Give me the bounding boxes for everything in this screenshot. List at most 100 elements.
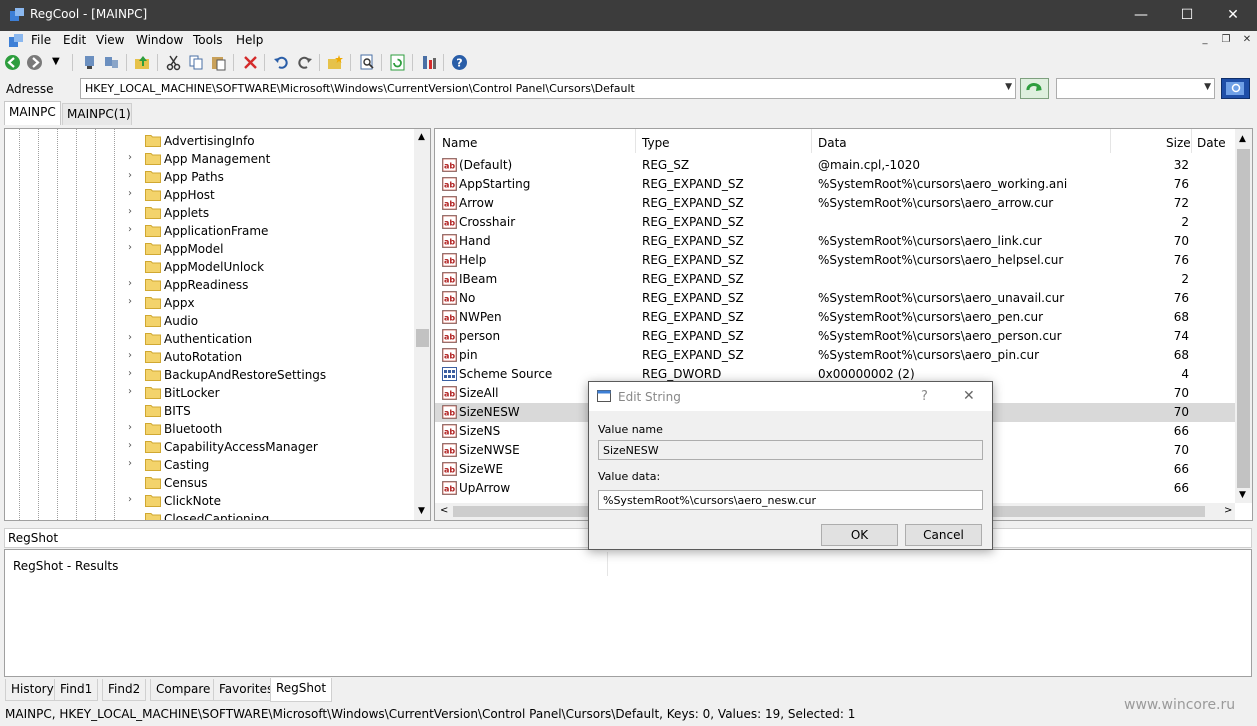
undo-icon[interactable] (273, 54, 290, 71)
tree-item[interactable]: › BitLocker (5, 384, 415, 402)
tree-item[interactable]: › BackupAndRestoreSettings (5, 366, 415, 384)
mdi-app-icon[interactable] (8, 33, 24, 49)
expand-chevron-icon[interactable]: › (128, 242, 132, 253)
tree-item[interactable]: Census (5, 474, 415, 492)
chevron-down-icon[interactable]: ▼ (1204, 82, 1211, 92)
tree-item[interactable]: › ApplicationFrame (5, 222, 415, 240)
redo-icon[interactable] (296, 54, 313, 71)
dialog-close-button[interactable]: ✕ (963, 388, 975, 404)
expand-chevron-icon[interactable]: › (128, 440, 132, 451)
mdi-close-icon[interactable]: ✕ (1240, 34, 1254, 47)
menu-view[interactable]: View (96, 33, 124, 47)
column-header-size[interactable]: Size (1166, 129, 1191, 153)
menu-edit[interactable]: Edit (63, 33, 86, 47)
tree-vertical-scrollbar[interactable]: ▲ ▼ (414, 129, 430, 520)
tree-item[interactable]: › App Paths (5, 168, 415, 186)
menu-help[interactable]: Help (236, 33, 263, 47)
tree-item[interactable]: › Applets (5, 204, 415, 222)
column-header-date[interactable]: Date (1197, 129, 1226, 153)
list-scroll-thumb[interactable] (1237, 149, 1250, 488)
ok-button[interactable]: OK (821, 524, 898, 546)
expand-chevron-icon[interactable]: › (128, 422, 132, 433)
minimize-button[interactable]: — (1118, 0, 1164, 31)
expand-chevron-icon[interactable]: › (128, 494, 132, 505)
tree-item[interactable]: › ClickNote (5, 492, 415, 510)
menu-tools[interactable]: Tools (193, 33, 223, 47)
forward-icon[interactable] (26, 54, 43, 71)
column-header-data[interactable]: Data (818, 129, 847, 153)
tree-item[interactable]: › App Management (5, 150, 415, 168)
scroll-up-icon[interactable]: ▲ (418, 132, 425, 142)
close-button[interactable]: ✕ (1210, 0, 1256, 31)
find-icon[interactable] (359, 54, 376, 71)
value-data-input[interactable]: %SystemRoot%\cursors\aero_nesw.cur (598, 490, 983, 510)
tree-item[interactable]: Audio (5, 312, 415, 330)
value-row[interactable]: ab IBeam REG_EXPAND_SZ 2 (435, 270, 1235, 289)
cancel-button[interactable]: Cancel (905, 524, 982, 546)
connect-registry-icon[interactable] (81, 54, 98, 71)
regshot-results-panel[interactable]: RegShot - Results (4, 549, 1252, 677)
tree-item[interactable]: ClosedCaptioning (5, 510, 415, 520)
value-row[interactable]: ab Help REG_EXPAND_SZ %SystemRoot%\cursors\… (435, 251, 1235, 270)
tree-item[interactable]: › AppHost (5, 186, 415, 204)
tree-scroll-thumb[interactable] (416, 329, 429, 347)
expand-chevron-icon[interactable]: › (128, 296, 132, 307)
disconnect-registry-icon[interactable] (103, 54, 120, 71)
tab-find1[interactable]: Find1 (54, 679, 99, 701)
value-row[interactable]: ab person REG_EXPAND_SZ %SystemRoot%\cursor… (435, 327, 1235, 346)
scroll-left-icon[interactable]: < (440, 505, 448, 516)
menu-window[interactable]: Window (136, 33, 183, 47)
go-button-icon[interactable] (1020, 78, 1049, 99)
tree-item[interactable]: › AppReadiness (5, 276, 415, 294)
dialog-help-button[interactable]: ? (921, 389, 928, 404)
paste-icon[interactable] (210, 54, 227, 71)
expand-chevron-icon[interactable]: › (128, 386, 132, 397)
copy-icon[interactable] (188, 54, 205, 71)
value-row[interactable]: ab No REG_EXPAND_SZ %SystemRoot%\cursors\ae… (435, 289, 1235, 308)
value-name-field[interactable]: SizeNESW (598, 440, 983, 460)
delete-icon[interactable] (242, 54, 259, 71)
tree-item[interactable]: › Authentication (5, 330, 415, 348)
expand-chevron-icon[interactable]: › (128, 152, 132, 163)
mdi-minimize-icon[interactable]: _ (1198, 34, 1212, 47)
tab-compare[interactable]: Compare (150, 679, 217, 701)
options-icon[interactable] (421, 54, 438, 71)
tree-item[interactable]: AdvertisingInfo (5, 132, 415, 150)
expand-chevron-icon[interactable]: › (128, 368, 132, 379)
tree-item[interactable]: › Bluetooth (5, 420, 415, 438)
value-row[interactable]: ab pin REG_EXPAND_SZ %SystemRoot%\cursors\a… (435, 346, 1235, 365)
expand-chevron-icon[interactable]: › (128, 188, 132, 199)
tree-item[interactable]: › Casting (5, 456, 415, 474)
expand-chevron-icon[interactable]: › (128, 224, 132, 235)
expand-chevron-icon[interactable]: › (128, 206, 132, 217)
help-icon[interactable]: ? (451, 54, 468, 71)
expand-chevron-icon[interactable]: › (128, 278, 132, 289)
expand-chevron-icon[interactable]: › (128, 332, 132, 343)
tree-item[interactable]: › AppModel (5, 240, 415, 258)
address-input[interactable]: HKEY_LOCAL_MACHINE\SOFTWARE\Microsoft\Wi… (80, 78, 1016, 99)
tree-item[interactable]: BITS (5, 402, 415, 420)
list-vertical-scrollbar[interactable]: ▲ ▼ (1235, 129, 1252, 503)
tab-find2[interactable]: Find2 (102, 679, 147, 701)
new-key-icon[interactable] (327, 54, 344, 71)
value-row[interactable]: ab (Default) REG_SZ @main.cpl,-1020 32 (435, 156, 1235, 175)
tree-item[interactable]: › AutoRotation (5, 348, 415, 366)
scroll-down-icon[interactable]: ▼ (1239, 490, 1246, 500)
search-combo[interactable]: ▼ (1056, 78, 1215, 99)
expand-chevron-icon[interactable]: › (128, 350, 132, 361)
expand-chevron-icon[interactable]: › (128, 458, 132, 469)
tab-regshot[interactable]: RegShot (270, 678, 333, 702)
scroll-down-icon[interactable]: ▼ (418, 506, 425, 516)
column-header-name[interactable]: Name (442, 129, 477, 153)
value-row[interactable]: ab Arrow REG_EXPAND_SZ %SystemRoot%\cursors… (435, 194, 1235, 213)
scroll-up-icon[interactable]: ▲ (1239, 134, 1246, 144)
maximize-button[interactable]: ☐ (1164, 0, 1210, 31)
registry-tree[interactable]: AdvertisingInfo › App Management › App Paths… (4, 128, 431, 521)
column-header-type[interactable]: Type (642, 129, 670, 153)
menu-file[interactable]: File (31, 33, 51, 47)
scroll-right-icon[interactable]: > (1224, 505, 1232, 516)
tree-item[interactable]: › Appx (5, 294, 415, 312)
value-row[interactable]: ab NWPen REG_EXPAND_SZ %SystemRoot%\cursors… (435, 308, 1235, 327)
value-row[interactable]: ab Crosshair REG_EXPAND_SZ 2 (435, 213, 1235, 232)
value-row[interactable]: ab Hand REG_EXPAND_SZ %SystemRoot%\cursors\… (435, 232, 1235, 251)
